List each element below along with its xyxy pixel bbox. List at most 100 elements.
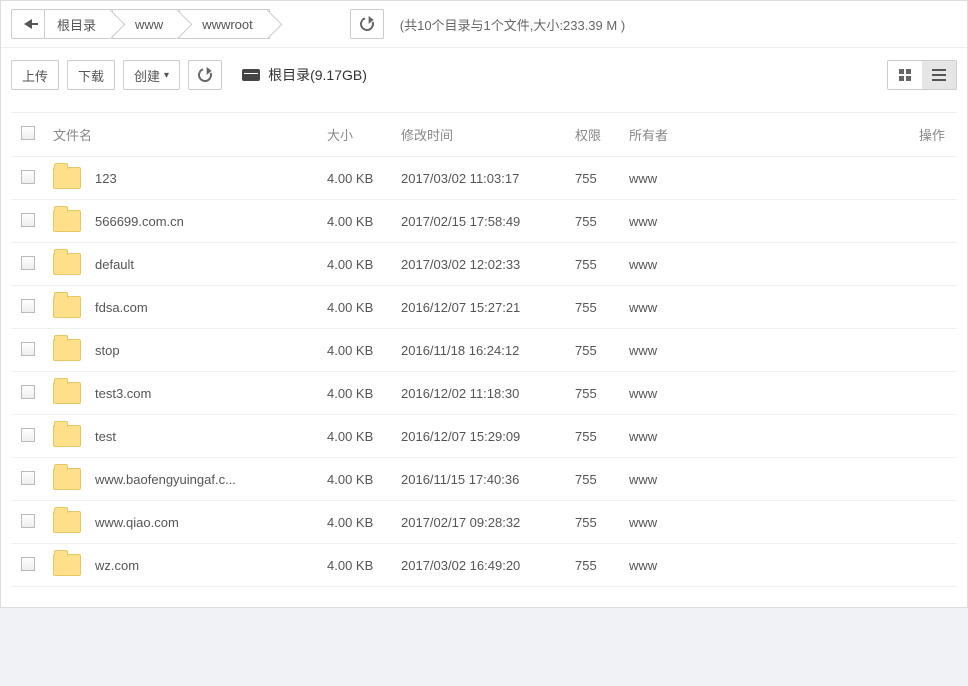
- file-mtime: 2016/12/07 15:29:09: [393, 415, 567, 458]
- row-checkbox[interactable]: [21, 256, 35, 270]
- file-name[interactable]: test: [95, 429, 116, 444]
- file-perm: 755: [567, 243, 621, 286]
- refresh-icon: [196, 66, 215, 85]
- create-button[interactable]: 创建 ▾: [123, 60, 180, 90]
- file-name[interactable]: fdsa.com: [95, 300, 148, 315]
- grid-icon: [899, 69, 911, 81]
- file-size: 4.00 KB: [319, 372, 393, 415]
- folder-icon: [53, 554, 81, 576]
- folder-icon: [53, 167, 81, 189]
- file-mtime: 2017/03/02 16:49:20: [393, 544, 567, 587]
- folder-icon: [53, 296, 81, 318]
- folder-icon: [53, 425, 81, 447]
- list-icon: [932, 69, 946, 81]
- file-size: 4.00 KB: [319, 458, 393, 501]
- file-name[interactable]: default: [95, 257, 134, 272]
- refresh-icon: [357, 15, 376, 34]
- table-row[interactable]: stop4.00 KB2016/11/18 16:24:12755www: [11, 329, 957, 372]
- table-row[interactable]: wz.com4.00 KB2017/03/02 16:49:20755www: [11, 544, 957, 587]
- file-name[interactable]: 123: [95, 171, 117, 186]
- file-perm: 755: [567, 415, 621, 458]
- toolbar: 上传 下载 创建 ▾ 根目录(9.17GB): [1, 48, 967, 112]
- grid-view-button[interactable]: [888, 61, 922, 89]
- row-checkbox[interactable]: [21, 471, 35, 485]
- file-size: 4.00 KB: [319, 157, 393, 200]
- file-name[interactable]: www.baofengyuingaf.c...: [95, 472, 236, 487]
- file-perm: 755: [567, 157, 621, 200]
- file-size: 4.00 KB: [319, 200, 393, 243]
- table-row[interactable]: 1234.00 KB2017/03/02 11:03:17755www: [11, 157, 957, 200]
- col-perm[interactable]: 权限: [567, 113, 621, 157]
- breadcrumb-item[interactable]: 根目录: [44, 9, 113, 39]
- file-owner: www: [621, 458, 897, 501]
- file-mtime: 2017/03/02 12:02:33: [393, 243, 567, 286]
- table-row[interactable]: default 4.00 KB2017/03/02 12:02:33755www: [11, 243, 957, 286]
- file-size: 4.00 KB: [319, 329, 393, 372]
- file-size: 4.00 KB: [319, 501, 393, 544]
- folder-icon: [53, 210, 81, 232]
- row-checkbox[interactable]: [21, 514, 35, 528]
- col-size[interactable]: 大小: [319, 113, 393, 157]
- file-name[interactable]: test3.com: [95, 386, 151, 401]
- row-checkbox[interactable]: [21, 213, 35, 227]
- select-all-checkbox[interactable]: [21, 126, 35, 140]
- file-perm: 755: [567, 458, 621, 501]
- file-perm: 755: [567, 501, 621, 544]
- file-owner: www: [621, 243, 897, 286]
- file-owner: www: [621, 286, 897, 329]
- file-perm: 755: [567, 329, 621, 372]
- file-size: 4.00 KB: [319, 243, 393, 286]
- summary-text: (共10个目录与1个文件,大小:233.39 M ): [400, 15, 625, 34]
- file-mtime: 2017/03/02 11:03:17: [393, 157, 567, 200]
- col-mtime[interactable]: 修改时间: [393, 113, 567, 157]
- row-checkbox[interactable]: [21, 342, 35, 356]
- folder-icon: [53, 382, 81, 404]
- file-mtime: 2016/12/07 15:27:21: [393, 286, 567, 329]
- file-size: 4.00 KB: [319, 415, 393, 458]
- row-checkbox[interactable]: [21, 557, 35, 571]
- file-name[interactable]: stop: [95, 343, 120, 358]
- file-perm: 755: [567, 544, 621, 587]
- table-row[interactable]: 566699.com.cn4.00 KB2017/02/15 17:58:497…: [11, 200, 957, 243]
- col-action: 操作: [897, 113, 957, 157]
- list-view-button[interactable]: [922, 61, 956, 89]
- row-checkbox[interactable]: [21, 385, 35, 399]
- file-mtime: 2016/11/15 17:40:36: [393, 458, 567, 501]
- file-table-wrap: 文件名 大小 修改时间 权限 所有者 操作 1234.00 KB2017/03/…: [1, 112, 967, 607]
- folder-icon: [53, 511, 81, 533]
- back-button[interactable]: [11, 9, 45, 39]
- refresh-button[interactable]: [350, 9, 384, 39]
- file-name[interactable]: www.qiao.com: [95, 515, 179, 530]
- root-label: 根目录(9.17GB): [268, 65, 367, 85]
- file-name[interactable]: 566699.com.cn: [95, 214, 184, 229]
- upload-button[interactable]: 上传: [11, 60, 59, 90]
- col-name[interactable]: 文件名: [45, 113, 319, 157]
- file-mtime: 2016/12/02 11:18:30: [393, 372, 567, 415]
- row-checkbox[interactable]: [21, 428, 35, 442]
- table-row[interactable]: www.qiao.com 4.00 KB2017/02/17 09:28:3275…: [11, 501, 957, 544]
- row-checkbox[interactable]: [21, 170, 35, 184]
- download-button[interactable]: 下载: [67, 60, 115, 90]
- table-row[interactable]: www.baofengyuingaf.c... 4.00 KB2016/11/15…: [11, 458, 957, 501]
- chevron-down-icon: ▾: [164, 70, 169, 81]
- file-size: 4.00 KB: [319, 544, 393, 587]
- table-row[interactable]: test3.com 4.00 KB2016/12/02 11:18:30755ww…: [11, 372, 957, 415]
- file-perm: 755: [567, 372, 621, 415]
- file-mtime: 2017/02/17 09:28:32: [393, 501, 567, 544]
- disk-icon: [242, 69, 260, 81]
- col-owner[interactable]: 所有者: [621, 113, 897, 157]
- folder-icon: [53, 468, 81, 490]
- table-row[interactable]: test 4.00 KB2016/12/07 15:29:09755www: [11, 415, 957, 458]
- file-mtime: 2016/11/18 16:24:12: [393, 329, 567, 372]
- refresh-toolbar-button[interactable]: [188, 60, 222, 90]
- table-row[interactable]: fdsa.com4.00 KB2016/12/07 15:27:21755www: [11, 286, 957, 329]
- file-name[interactable]: wz.com: [95, 558, 139, 573]
- file-owner: www: [621, 372, 897, 415]
- root-disk-info[interactable]: 根目录(9.17GB): [242, 65, 367, 85]
- table-header-row: 文件名 大小 修改时间 权限 所有者 操作: [11, 113, 957, 157]
- file-owner: www: [621, 200, 897, 243]
- file-perm: 755: [567, 286, 621, 329]
- row-checkbox[interactable]: [21, 299, 35, 313]
- arrow-left-icon: [24, 19, 32, 29]
- file-owner: www: [621, 415, 897, 458]
